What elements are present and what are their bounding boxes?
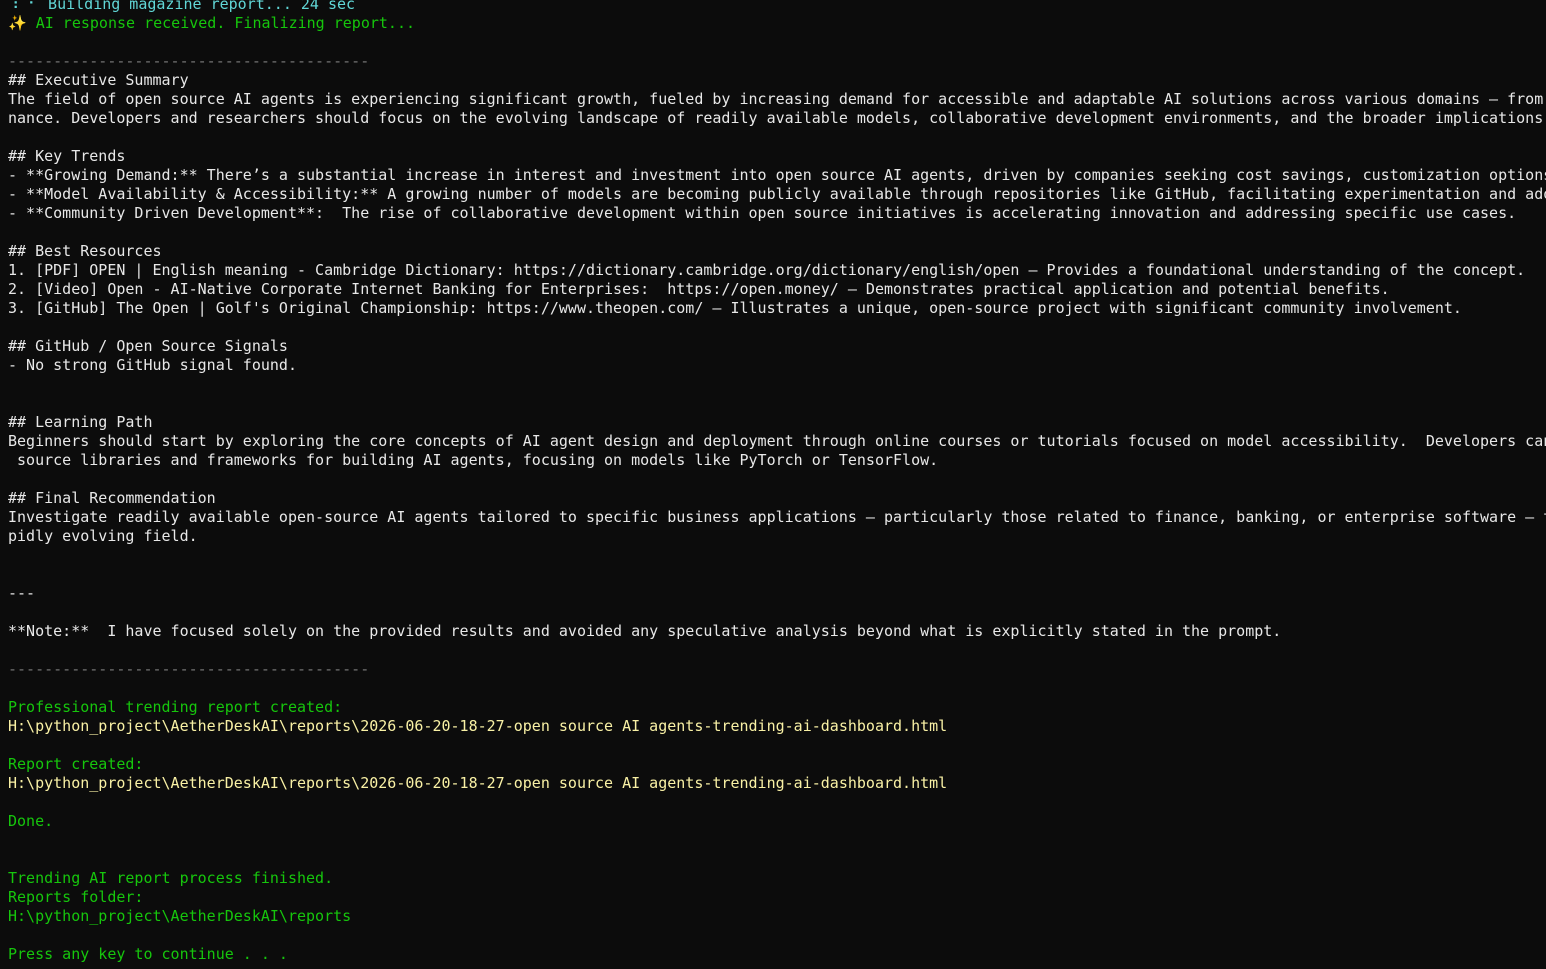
executive-summary-heading: ## Executive Summary xyxy=(8,71,189,89)
executive-summary-text: The field of open source AI agents is ex… xyxy=(8,90,1544,108)
process-finished-status: Trending AI report process finished. xyxy=(8,869,334,887)
key-trends-heading: ## Key Trends xyxy=(8,147,126,165)
horizontal-rule: --- xyxy=(8,584,36,602)
github-signals-heading: ## GitHub / Open Source Signals xyxy=(8,337,288,355)
key-trend-item: - **Model Availability & Accessibility:*… xyxy=(8,185,1546,203)
best-resources-heading: ## Best Resources xyxy=(8,242,162,260)
github-signal-item: - No strong GitHub signal found. xyxy=(8,356,297,374)
separator-line: ---------------------------------------- xyxy=(8,52,370,70)
final-recommendation-text: pidly evolving field. xyxy=(8,527,198,545)
professional-report-path: H:\python_project\AetherDeskAI\reports\2… xyxy=(8,717,948,735)
note-line: **Note:** I have focused solely on the p… xyxy=(8,622,1282,640)
resource-item: 1. [PDF] OPEN | English meaning - Cambri… xyxy=(8,261,1526,279)
final-recommendation-heading: ## Final Recommendation xyxy=(8,489,216,507)
ai-response-status-line: ✨ AI response received. Finalizing repor… xyxy=(8,14,415,32)
professional-report-created-label: Professional trending report created: xyxy=(8,698,343,716)
learning-path-heading: ## Learning Path xyxy=(8,413,153,431)
final-recommendation-text: Investigate readily available open-sourc… xyxy=(8,508,1546,526)
separator-line: ---------------------------------------- xyxy=(8,660,370,678)
key-trend-item: - **Community Driven Development**: The … xyxy=(8,204,1517,222)
terminal-output[interactable]: ⠸ ⠋ Building magazine report... 24 sec ✨… xyxy=(8,0,1546,969)
reports-folder-label: Reports folder: xyxy=(8,888,144,906)
report-created-label: Report created: xyxy=(8,755,144,773)
learning-path-text: source libraries and frameworks for buil… xyxy=(8,451,939,469)
resource-item: 3. [GitHub] The Open | Golf's Original C… xyxy=(8,299,1462,317)
press-any-key-prompt[interactable]: Press any key to continue . . . xyxy=(8,945,1546,964)
reports-folder-path: H:\python_project\AetherDeskAI\reports xyxy=(8,907,352,925)
resource-item: 2. [Video] Open - AI-Native Corporate In… xyxy=(8,280,1390,298)
done-status: Done. xyxy=(8,812,54,830)
key-trend-item: - **Growing Demand:** There’s a substant… xyxy=(8,166,1546,184)
executive-summary-text: nance. Developers and researchers should… xyxy=(8,109,1544,127)
report-path: H:\python_project\AetherDeskAI\reports\2… xyxy=(8,774,948,792)
spinner-status-line: ⠸ ⠋ Building magazine report... 24 sec xyxy=(8,0,356,13)
learning-path-text: Beginners should start by exploring the … xyxy=(8,432,1546,450)
